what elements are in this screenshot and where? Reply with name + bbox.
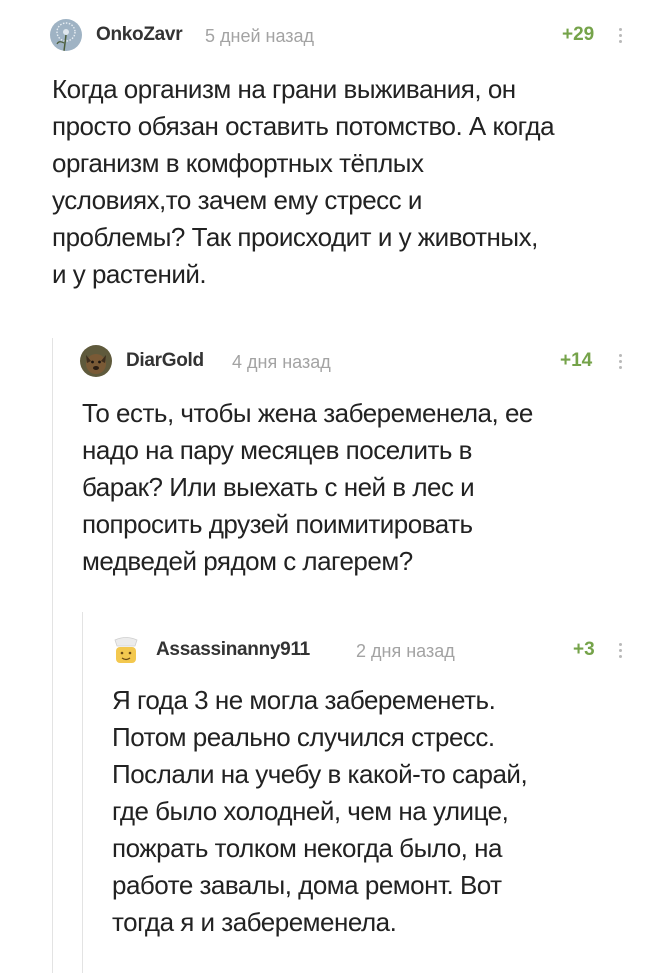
comment-body: То есть, чтобы жена забеременела, ее над… <box>82 395 533 580</box>
more-options-icon[interactable] <box>615 352 625 372</box>
comment-author[interactable]: OnkoZavr <box>96 24 183 46</box>
comment-text-line: пожрать толком некогда было, на <box>112 833 502 863</box>
comment-assassinanny911: Assassinanny911 2 дня назад +3 Я года 3 … <box>110 632 650 937</box>
comment-time: 5 дней назад <box>205 26 315 46</box>
comment-text-line: медведей рядом с лагерем? <box>82 546 413 576</box>
more-options-icon[interactable] <box>615 26 625 46</box>
dog-avatar-icon[interactable] <box>80 345 112 377</box>
comment-diargold: DiarGold 4 дня назад +14 То есть, чтобы … <box>80 343 650 576</box>
comment-text-line: проблемы? Так происходит и у животных, <box>52 222 538 252</box>
comment-text-line: Потом реально случился стресс. <box>112 722 495 752</box>
comment-text-line: где было холодней, чем на улице, <box>112 796 509 826</box>
comment-text-line: Я года 3 не могла забеременеть. <box>112 685 496 715</box>
comment-time: 4 дня назад <box>232 352 331 372</box>
comment-text-line: просто обязан оставить потомство. А когд… <box>52 111 555 141</box>
comment-onkozavr: OnkoZavr 5 дней назад +29 Когда организм… <box>50 17 650 289</box>
comment-rating: +29 <box>562 24 595 45</box>
comment-body: Я года 3 не могла забеременеть. Потом ре… <box>112 682 528 941</box>
comment-text-line: То есть, чтобы жена забеременела, ее <box>82 398 533 428</box>
comment-text-line: работе завалы, дома ремонт. Вот <box>112 870 502 900</box>
cartoon-face-avatar-icon[interactable] <box>110 634 142 666</box>
comment-time: 2 дня назад <box>356 641 455 661</box>
comment-text-line: надо на пару месяцев поселить в <box>82 435 472 465</box>
comment-text-line: тогда я и забеременела. <box>112 907 397 937</box>
dandelion-avatar-icon[interactable] <box>50 19 82 51</box>
comment-text-line: организм в комфортных тёплых <box>52 148 424 178</box>
comment-author[interactable]: DiarGold <box>126 350 204 372</box>
comment-text-line: условиях,то зачем ему стресс и <box>52 185 422 215</box>
comment-author[interactable]: Assassinanny911 <box>156 639 310 661</box>
more-options-icon[interactable] <box>615 641 625 661</box>
comment-text-line: Послали на учебу в какой-то сарай, <box>112 759 528 789</box>
comment-text-line: барак? Или выехать с ней в лес и <box>82 472 475 502</box>
comment-rating: +14 <box>560 350 593 371</box>
comment-text-line: Когда организм на грани выживания, он <box>52 74 516 104</box>
comment-body: Когда организм на грани выживания, он пр… <box>52 71 555 293</box>
comment-header: OnkoZavr 5 дней назад +29 <box>50 17 650 53</box>
thread-line-level-1[interactable] <box>52 338 53 973</box>
comment-header: DiarGold 4 дня назад +14 <box>80 343 650 379</box>
comment-text-line: попросить друзей поимитировать <box>82 509 473 539</box>
comment-rating: +3 <box>573 639 595 660</box>
comment-text-line: и у растений. <box>52 259 207 289</box>
thread-line-level-2[interactable] <box>82 612 83 973</box>
comment-header: Assassinanny911 2 дня назад +3 <box>110 632 650 668</box>
